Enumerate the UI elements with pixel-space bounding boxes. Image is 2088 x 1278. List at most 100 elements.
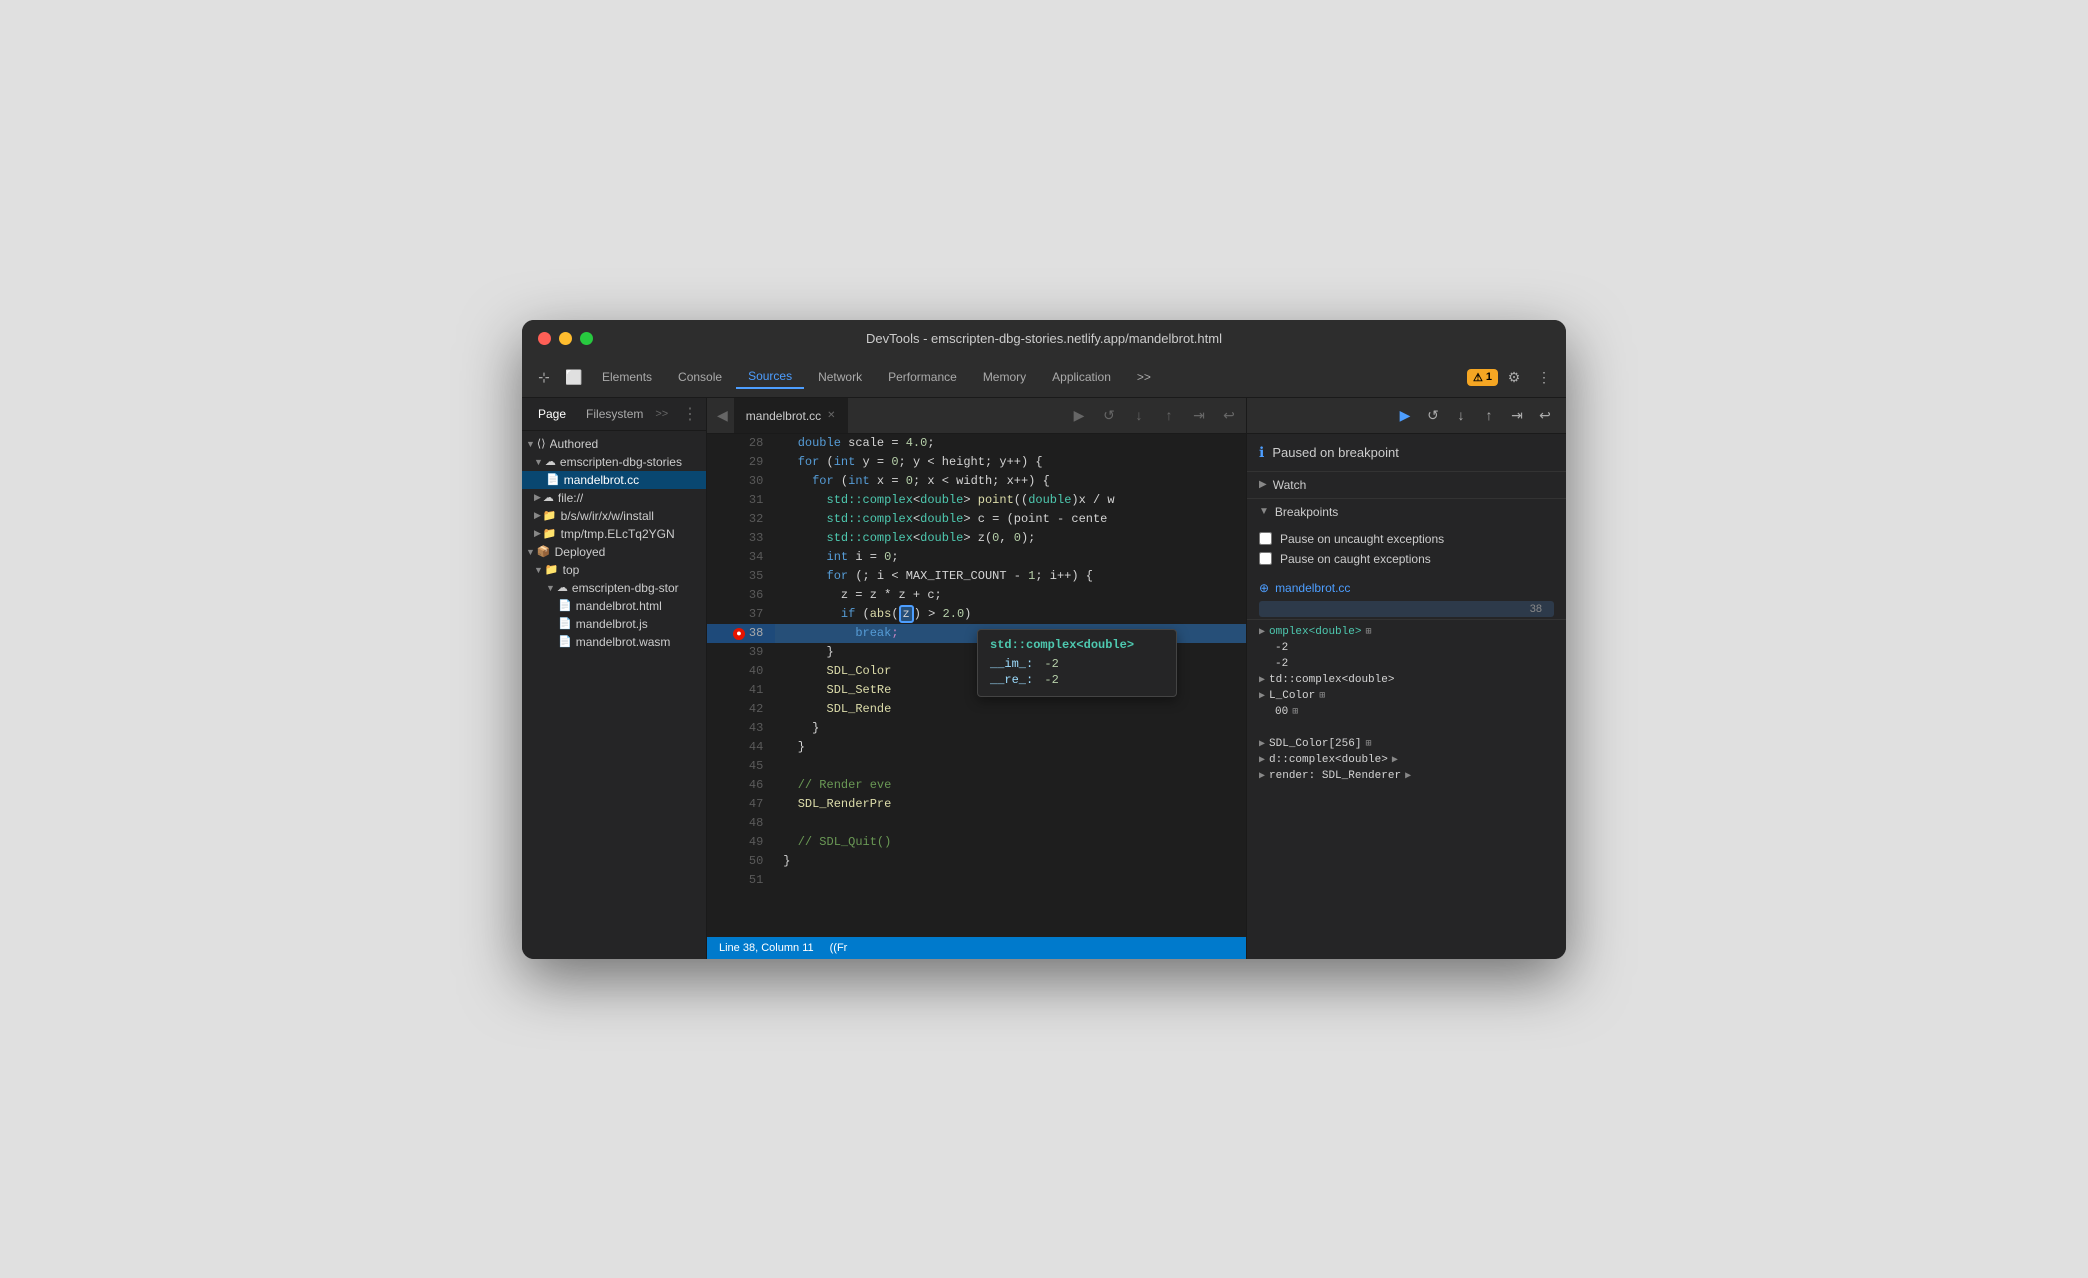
minimize-button[interactable] — [559, 332, 572, 345]
expand-icon[interactable]: ▶ — [1259, 738, 1265, 750]
step-into-dbg-btn[interactable]: ↓ — [1448, 402, 1474, 428]
sidebar-options-btn[interactable]: ⋮ — [682, 404, 698, 424]
scope-val-sdlcolor: L_Color — [1269, 690, 1315, 702]
resume-btn[interactable]: ↺ — [1096, 402, 1122, 428]
status-bar: Line 38, Column 11 ((Fr — [707, 937, 1246, 959]
hover-target-z[interactable]: z — [899, 605, 914, 623]
tree-mandelbrot-wasm-label: mandelbrot.wasm — [576, 635, 671, 649]
code-line-47: 47 SDL_RenderPre — [707, 795, 1246, 814]
status-line-col: Line 38, Column 11 — [719, 942, 814, 954]
chevron-down-icon: ▼ — [526, 547, 535, 557]
code-line-32: 32 std::complex<double> c = (point - cen… — [707, 510, 1246, 529]
expand-icon[interactable]: ▶ — [1259, 754, 1265, 766]
sidebar-tab-page[interactable]: Page — [530, 404, 574, 424]
sidebar-tabs-more[interactable]: >> — [655, 408, 668, 420]
tree-mandelbrot-html[interactable]: 📄 mandelbrot.html — [522, 597, 706, 615]
code-line-42: 42 SDL_Rende — [707, 700, 1246, 719]
expand-icon[interactable]: ▶ — [1259, 770, 1265, 782]
tree-tmp-label: tmp/tmp.ELcTq2YGN — [561, 527, 675, 541]
thread-selector-icon[interactable]: ▶ — [1066, 402, 1092, 428]
file-icon: 📄 — [546, 473, 560, 486]
resume-execution-btn[interactable]: ▶ — [1392, 402, 1418, 428]
devtools-window: DevTools - emscripten-dbg-stories.netlif… — [522, 320, 1566, 959]
step-over-btn[interactable]: ⇥ — [1186, 402, 1212, 428]
more-tabs-btn[interactable]: >> — [1125, 366, 1163, 388]
maximize-button[interactable] — [580, 332, 593, 345]
scope-val-neg2-2: -2 — [1275, 658, 1288, 670]
deactivate-btn[interactable]: ↩ — [1216, 402, 1242, 428]
code-line-46: 46 // Render eve — [707, 776, 1246, 795]
traffic-lights — [538, 332, 593, 345]
tree-emscripten-cloud[interactable]: ▼ ☁ emscripten-dbg-stories — [522, 453, 706, 471]
expand-icon[interactable]: ▶ — [1259, 626, 1265, 638]
scope-val-sdlcolor256: SDL_Color[256] — [1269, 738, 1361, 750]
pause-uncaught-checkbox[interactable] — [1259, 532, 1272, 545]
tree-authored-label: Authored — [550, 437, 599, 451]
tab-network[interactable]: Network — [806, 366, 874, 388]
code-line-51: 51 — [707, 871, 1246, 890]
code-line-44: 44 } — [707, 738, 1246, 757]
tree-tmp[interactable]: ▶ 📁 tmp/tmp.ELcTq2YGN — [522, 525, 706, 543]
pause-caught-checkbox[interactable] — [1259, 552, 1272, 565]
warning-count: 1 — [1486, 371, 1492, 383]
tab-sources[interactable]: Sources — [736, 365, 804, 389]
step-over-dbg-btn[interactable]: ↺ — [1420, 402, 1446, 428]
tab-elements[interactable]: Elements — [590, 366, 664, 388]
editor-tab-mandelbrot-cc[interactable]: mandelbrot.cc ✕ — [734, 398, 848, 434]
more-options-icon[interactable]: ⋮ — [1530, 363, 1558, 391]
tree-authored[interactable]: ▼ ⟨⟩ Authored — [522, 435, 706, 453]
step-out-btn[interactable]: ↑ — [1156, 402, 1182, 428]
sidebar-tab-filesystem[interactable]: Filesystem — [578, 404, 651, 424]
step-into-btn[interactable]: ↓ — [1126, 402, 1152, 428]
bp-line-number: 38 — [1259, 601, 1554, 617]
tree-deployed-cloud[interactable]: ▼ ☁ emscripten-dbg-stor — [522, 579, 706, 597]
editor-tab-close[interactable]: ✕ — [827, 410, 835, 421]
tab-performance[interactable]: Performance — [876, 366, 969, 388]
tree-install[interactable]: ▶ 📁 b/s/w/ir/x/w/install — [522, 507, 706, 525]
watch-label: Watch — [1273, 478, 1307, 492]
sidebar-tabs: Page Filesystem >> ⋮ — [522, 398, 706, 431]
tree-mandelbrot-cc[interactable]: 📄 mandelbrot.cc — [522, 471, 706, 489]
code-container[interactable]: 28 double scale = 4.0; 29 for (int y = 0… — [707, 434, 1246, 937]
breakpoints-section: ▼ Breakpoints Pause on uncaught exceptio… — [1247, 499, 1566, 620]
file-icon: 📄 — [558, 599, 572, 612]
editor-tabs: ◀ mandelbrot.cc ✕ ▶ ↺ ↓ ↑ ⇥ ↩ — [707, 398, 1246, 434]
tooltip-re-row: __re_: -2 — [990, 672, 1164, 688]
chevron-right-icon: ▶ — [534, 510, 541, 521]
file-icon: 📄 — [558, 617, 572, 630]
scope-item-complex3: ▶ d::complex<double> ▶ — [1247, 752, 1566, 768]
deactivate-dbg-btn[interactable]: ↩ — [1532, 402, 1558, 428]
main-toolbar: ⊹ ⬜ Elements Console Sources Network Per… — [522, 358, 1566, 398]
warning-badge[interactable]: ⚠ 1 — [1467, 369, 1498, 386]
expand-icon[interactable]: ▶ — [1259, 690, 1265, 702]
settings-icon[interactable]: ⚙ — [1500, 363, 1528, 391]
watch-section-header[interactable]: ▶ Watch — [1247, 472, 1566, 498]
tree-deployed[interactable]: ▼ 📦 Deployed — [522, 543, 706, 561]
status-context: ((Fr — [830, 942, 848, 954]
tab-memory[interactable]: Memory — [971, 366, 1038, 388]
step-out-dbg-btn[interactable]: ↑ — [1476, 402, 1502, 428]
pause-caught-label: Pause on caught exceptions — [1280, 552, 1431, 566]
breakpoints-label: Breakpoints — [1275, 505, 1338, 519]
inspect-icon[interactable]: ⊹ — [530, 363, 558, 391]
tab-console[interactable]: Console — [666, 366, 734, 388]
tree-top[interactable]: ▼ 📁 top — [522, 561, 706, 579]
hover-tooltip: std::complex<double> __im_: -2 __re_: -2 — [977, 629, 1177, 697]
device-toggle-icon[interactable]: ⬜ — [560, 363, 588, 391]
step-dbg-btn[interactable]: ⇥ — [1504, 402, 1530, 428]
tab-nav-back[interactable]: ◀ — [711, 407, 734, 424]
breakpoints-section-header[interactable]: ▼ Breakpoints — [1247, 499, 1566, 525]
pause-uncaught-label: Pause on uncaught exceptions — [1280, 532, 1444, 546]
tree-mandelbrot-cc-label: mandelbrot.cc — [564, 473, 639, 487]
titlebar: DevTools - emscripten-dbg-stories.netlif… — [522, 320, 1566, 358]
tree-mandelbrot-wasm[interactable]: 📄 mandelbrot.wasm — [522, 633, 706, 651]
tooltip-re-key: __re_: — [990, 673, 1033, 687]
tab-application[interactable]: Application — [1040, 366, 1123, 388]
sidebar: Page Filesystem >> ⋮ ▼ ⟨⟩ Authored ▼ ☁ e… — [522, 398, 707, 959]
pause-uncaught-row: Pause on uncaught exceptions — [1259, 529, 1554, 549]
tree-mandelbrot-js[interactable]: 📄 mandelbrot.js — [522, 615, 706, 633]
tree-file[interactable]: ▶ ☁ file:// — [522, 489, 706, 507]
expand-icon[interactable]: ▶ — [1259, 674, 1265, 686]
close-button[interactable] — [538, 332, 551, 345]
scope-item-neg2-2: -2 — [1247, 656, 1566, 672]
